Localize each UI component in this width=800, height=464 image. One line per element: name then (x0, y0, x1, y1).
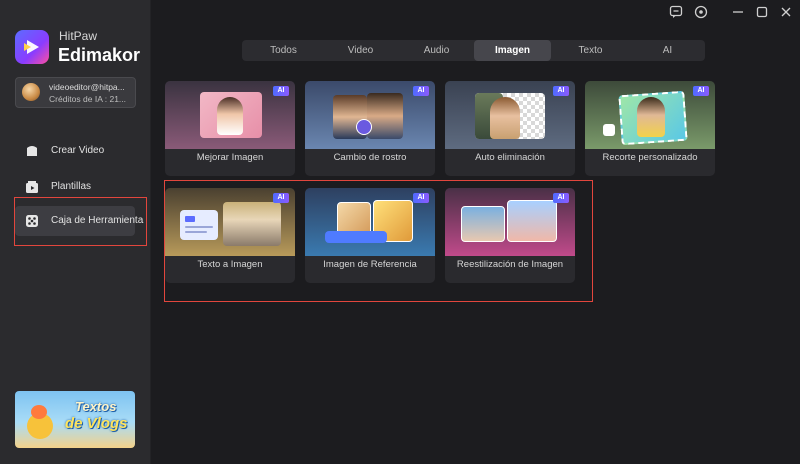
sidebar-item-templates[interactable]: Plantillas (15, 172, 135, 202)
brand-name: Edimakor (58, 45, 141, 65)
account-email: videoeditor@hitpa... (49, 82, 125, 92)
tool-label: Recorte personalizado (602, 152, 698, 163)
sidebar-item-label: Plantillas (51, 181, 92, 192)
text-line (185, 226, 213, 228)
sidebar-item-label: Caja de Herramienta (51, 215, 144, 226)
templates-icon (26, 181, 38, 193)
ai-badge: AI (693, 86, 709, 96)
sidebar-item-create-video[interactable]: Crear Video (15, 136, 135, 166)
subject-figure (637, 97, 665, 137)
brand-company: HitPaw (59, 29, 98, 43)
sidebar: HitPaw Edimakor videoeditor@hitpa... Cré… (0, 0, 151, 464)
close-icon[interactable] (779, 5, 793, 19)
tool-card-mejorar-imagen[interactable]: AI Mejorar Imagen (165, 81, 295, 176)
account-panel[interactable]: videoeditor@hitpa... Créditos de IA : 21… (15, 77, 136, 108)
generated-image (223, 202, 281, 246)
feedback-icon[interactable] (669, 5, 683, 19)
ai-credits: Créditos de IA : 21... (49, 94, 127, 104)
maximize-icon[interactable] (755, 5, 769, 19)
tab-imagen[interactable]: Imagen (474, 40, 551, 61)
toolbox-icon (26, 215, 38, 227)
ai-badge: AI (413, 86, 429, 96)
duck-hat-illustration (31, 405, 47, 419)
tool-card-cambio-de-rostro[interactable]: AI Cambio de rostro (305, 81, 435, 176)
tool-card-texto-a-imagen[interactable]: AI Texto a Imagen (165, 188, 295, 283)
tab-video[interactable]: Video (322, 40, 399, 61)
ai-badge: AI (413, 193, 429, 203)
settings-icon[interactable] (694, 5, 708, 19)
edimakor-logo-icon (15, 30, 49, 64)
face-after-image (367, 93, 403, 139)
text-line (185, 231, 207, 233)
magic-wand-icon (603, 124, 615, 136)
original-image (461, 206, 505, 242)
tab-todos[interactable]: Todos (245, 40, 322, 61)
text-prompt-card (180, 210, 218, 240)
tool-card-reestilizacion-de-imagen[interactable]: AI Reestilización de Imagen (445, 188, 575, 283)
tool-card-imagen-de-referencia[interactable]: AI Imagen de Referencia (305, 188, 435, 283)
ai-badge: AI (273, 86, 289, 96)
tool-label: Reestilización de Imagen (456, 259, 564, 270)
category-tabs: Todos Video Audio Imagen Texto AI (242, 40, 705, 61)
prompt-bar (325, 231, 387, 243)
avatar (22, 83, 40, 101)
tool-label: Mejorar Imagen (196, 152, 264, 163)
promo-line-2: de Vlogs (65, 415, 128, 432)
tool-label: Imagen de Referencia (323, 259, 417, 270)
text-icon (185, 216, 195, 222)
ai-badge: AI (553, 193, 569, 203)
promo-line-1: Textos (75, 399, 117, 414)
tab-audio[interactable]: Audio (398, 40, 475, 61)
ai-badge: AI (553, 86, 569, 96)
subject-figure (490, 97, 520, 139)
restyled-image (507, 200, 557, 242)
tool-card-auto-eliminacion[interactable]: AI Auto eliminación (445, 81, 575, 176)
tool-label: Texto a Imagen (197, 259, 263, 270)
tool-card-recorte-personalizado[interactable]: AI Recorte personalizado (585, 81, 715, 176)
sidebar-item-label: Crear Video (51, 145, 105, 156)
swap-icon (356, 119, 372, 135)
ai-badge: AI (273, 193, 289, 203)
tab-texto[interactable]: Texto (552, 40, 629, 61)
tab-ai[interactable]: AI (629, 40, 706, 61)
create-video-icon (27, 146, 37, 156)
minimize-icon[interactable] (731, 5, 745, 19)
sidebar-item-toolbox[interactable]: Caja de Herramienta (15, 206, 143, 236)
tool-label: Auto eliminación (475, 152, 545, 163)
promo-banner[interactable]: Textos de Vlogs (15, 391, 135, 448)
tool-label: Cambio de rostro (333, 152, 407, 163)
portrait-figure (217, 97, 243, 135)
